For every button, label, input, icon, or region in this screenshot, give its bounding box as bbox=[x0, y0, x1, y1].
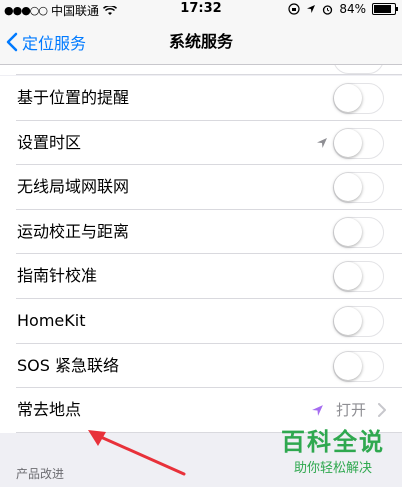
toggle-knob bbox=[334, 173, 362, 202]
battery-icon bbox=[372, 3, 398, 15]
watermark-logo: 百科全说 助你轻松解决 bbox=[278, 422, 388, 476]
toggle-knob bbox=[334, 351, 362, 380]
toggle-knob bbox=[334, 128, 362, 157]
section-header: 产品改进 bbox=[16, 467, 65, 481]
rotation-lock-icon bbox=[288, 3, 300, 15]
row-label: HomeKit bbox=[17, 310, 86, 330]
location-reminders-toggle[interactable] bbox=[333, 83, 384, 114]
row-label: 无线局域网联网 bbox=[17, 177, 130, 197]
chevron-right-icon bbox=[378, 403, 386, 418]
status-right: 84% bbox=[288, 2, 398, 16]
battery-percent: 84% bbox=[339, 2, 366, 16]
partial-row-divider bbox=[16, 74, 402, 75]
motion-calibration-toggle[interactable] bbox=[333, 216, 384, 248]
row-location-reminders: 基于位置的提醒 bbox=[0, 76, 402, 121]
row-sos: SOS 紧急联络 bbox=[0, 343, 402, 389]
compass-calibration-toggle[interactable] bbox=[333, 261, 384, 293]
navigation-bar: 定位服务 系统服务 bbox=[0, 20, 402, 65]
toggle-knob bbox=[334, 84, 362, 112]
toggle-knob bbox=[334, 306, 362, 335]
purple-location-arrow-icon bbox=[312, 405, 323, 417]
settings-list: 基于位置的提醒 设置时区 无线局域网联网 运动校正与距离 指南针校准 HomeK… bbox=[0, 76, 402, 433]
row-motion-calibration: 运动校正与距离 bbox=[0, 209, 402, 255]
page-title: 系统服务 bbox=[168, 32, 233, 51]
watermark-main-text: 百科全说 bbox=[281, 428, 385, 456]
alarm-icon bbox=[323, 4, 333, 15]
status-bar: ●●●○○ 中国联通 17:32 84% bbox=[0, 0, 402, 20]
set-time-zone-toggle[interactable] bbox=[333, 127, 384, 159]
partial-toggle bbox=[333, 65, 384, 74]
row-homekit: HomeKit bbox=[0, 298, 402, 344]
toggle-knob bbox=[334, 262, 362, 291]
partial-row bbox=[0, 65, 402, 75]
battery-fill bbox=[374, 5, 391, 13]
sos-toggle[interactable] bbox=[333, 350, 384, 382]
row-compass-calibration: 指南针校准 bbox=[0, 254, 402, 299]
row-label: SOS 紧急联络 bbox=[17, 355, 119, 375]
watermark-sub-text: 助你轻松解决 bbox=[293, 461, 372, 476]
annotation-arrow-icon bbox=[88, 430, 186, 476]
row-label: 设置时区 bbox=[17, 132, 82, 152]
gray-location-arrow-icon bbox=[317, 137, 327, 148]
row-label: 运动校正与距离 bbox=[17, 221, 130, 241]
wifi-networking-toggle[interactable] bbox=[333, 172, 384, 204]
row-label: 指南针校准 bbox=[17, 266, 98, 286]
toggle-knob bbox=[334, 217, 362, 246]
homekit-toggle[interactable] bbox=[333, 305, 384, 337]
row-label: 基于位置的提醒 bbox=[17, 88, 130, 107]
row-label: 常去地点 bbox=[17, 400, 82, 420]
row-wifi-networking: 无线局域网联网 bbox=[0, 165, 402, 210]
location-services-icon bbox=[307, 5, 316, 13]
row-set-time-zone: 设置时区 bbox=[0, 120, 402, 166]
